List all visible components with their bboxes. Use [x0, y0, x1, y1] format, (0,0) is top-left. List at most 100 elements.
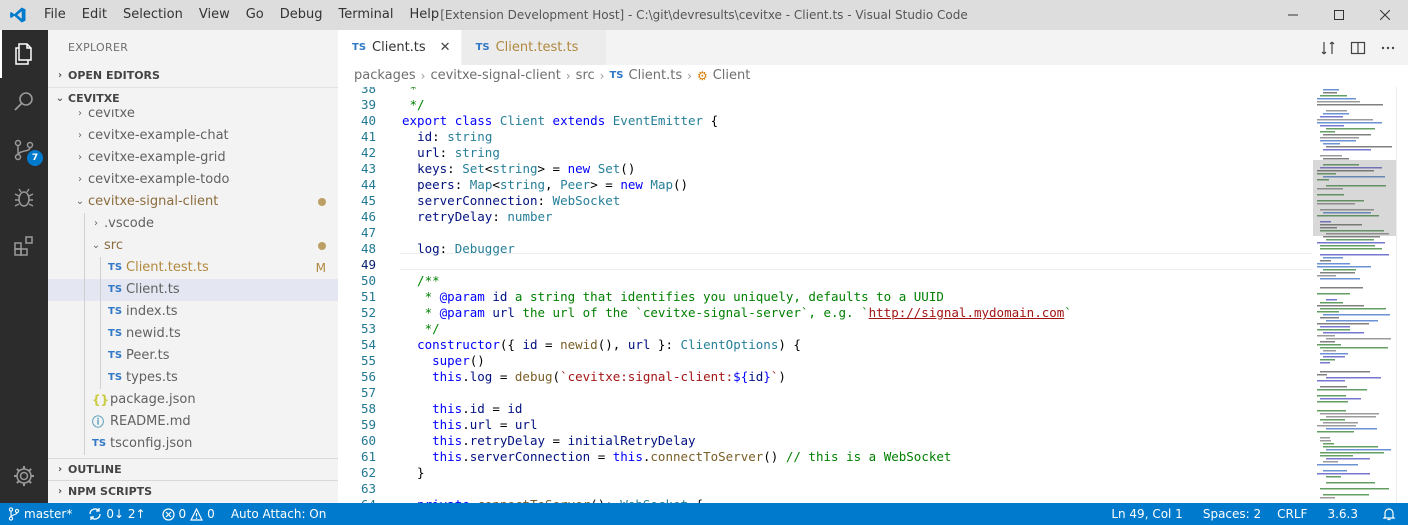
notifications-button[interactable] — [1370, 503, 1408, 525]
close-tab-icon[interactable]: ✕ — [440, 40, 451, 55]
sync-status[interactable]: 0↓ 2↑ — [80, 503, 153, 525]
minimap-line — [1323, 134, 1371, 136]
typescript-file-icon: TS — [475, 42, 490, 53]
code-editor[interactable]: 38 * 39 */ 40 export class Client extends… — [338, 87, 1313, 503]
tree-item[interactable]: TS tsconfig.json — [48, 433, 338, 455]
breadcrumb-symbol[interactable]: Client — [713, 65, 751, 87]
bell-icon — [1382, 508, 1396, 521]
minimap-line — [1323, 350, 1336, 352]
minimap-line — [1323, 113, 1349, 115]
tree-item[interactable]: › cevitxe-example-grid — [48, 147, 338, 169]
branch-status[interactable]: master* — [0, 503, 80, 525]
status-bar-right: Ln 49, Col 1 Spaces: 2 CRLF 3.6.3 — [1099, 503, 1408, 525]
minimap-line — [1317, 119, 1373, 121]
close-icon — [1380, 10, 1390, 20]
search-activity[interactable] — [0, 78, 48, 126]
minimap-line — [1326, 110, 1347, 112]
outline-header[interactable]: › OUTLINE — [48, 459, 338, 481]
menu-view[interactable]: View — [191, 0, 238, 30]
extensions-activity[interactable] — [0, 222, 48, 270]
open-changes-icon[interactable] — [1320, 40, 1336, 56]
minimap-line — [1317, 305, 1364, 307]
tab-client-ts[interactable]: TS Client.ts ✕ — [338, 30, 462, 65]
tree-item[interactable]: › cevitxe — [48, 109, 338, 125]
minimap-line — [1323, 149, 1371, 151]
indent-guide — [84, 301, 85, 323]
tree-item-label: Peer.ts — [126, 348, 170, 363]
minimap-line — [1320, 419, 1345, 421]
minimap-line — [1320, 347, 1388, 349]
typescript-version[interactable]: 3.6.3 — [1315, 503, 1370, 525]
workspace-header[interactable]: ⌄ CEVITXE — [48, 87, 338, 109]
npm-scripts-header[interactable]: › NPM SCRIPTS — [48, 481, 338, 503]
tree-item[interactable]: › .vscode — [48, 213, 338, 235]
maximize-button[interactable] — [1316, 0, 1362, 30]
close-window-button[interactable] — [1362, 0, 1408, 30]
minimap-line — [1317, 464, 1358, 466]
tab-client-test-ts[interactable]: TS Client.test.ts — [461, 30, 608, 65]
indent-guide — [84, 345, 85, 367]
explorer-activity[interactable] — [0, 30, 48, 78]
minimap-line — [1320, 440, 1331, 442]
breadcrumb-signal-client[interactable]: cevitxe-signal-client — [430, 65, 560, 87]
chevron-right-icon: › — [78, 130, 82, 141]
minimap[interactable] — [1313, 87, 1396, 503]
tree-item[interactable]: ⓘ README.md — [48, 411, 338, 433]
tree-item[interactable]: ⌄ cevitxe-signal-client — [48, 191, 338, 213]
source-control-activity[interactable]: 7 — [0, 126, 48, 174]
minimap-line — [1326, 146, 1392, 148]
tree-item[interactable]: TS newid.ts — [48, 323, 338, 345]
debug-activity[interactable] — [0, 174, 48, 222]
minimap-line — [1320, 125, 1344, 127]
tree-item[interactable]: TS Client.ts — [48, 279, 338, 301]
tree-item[interactable]: {} package.json — [48, 389, 338, 411]
menu-file[interactable]: File — [36, 0, 74, 30]
vertical-scrollbar[interactable] — [1396, 87, 1408, 503]
info-file-icon: ⓘ — [92, 415, 105, 429]
menu-terminal[interactable]: Terminal — [331, 0, 402, 30]
minimap-line — [1317, 425, 1356, 427]
menu-go[interactable]: Go — [238, 0, 272, 30]
minimap-line — [1320, 254, 1389, 256]
breadcrumb-file[interactable]: Client.ts — [629, 65, 683, 87]
tree-item[interactable]: TS index.ts — [48, 301, 338, 323]
cursor-position[interactable]: Ln 49, Col 1 — [1099, 503, 1195, 525]
tree-item-label: Client.test.ts — [126, 260, 209, 275]
minimap-line — [1320, 326, 1350, 328]
menu-debug[interactable]: Debug — [272, 0, 331, 30]
typescript-file-icon: TS — [108, 262, 123, 273]
tree-item[interactable]: TS Peer.ts — [48, 345, 338, 367]
chevron-right-icon: › — [599, 69, 605, 83]
minimap-line — [1317, 473, 1370, 475]
tree-item[interactable]: TS Client.test.ts M — [48, 257, 338, 279]
tree-item[interactable]: TS types.ts — [48, 367, 338, 389]
typescript-file-icon: TS — [352, 42, 367, 53]
warning-icon — [190, 507, 204, 521]
split-editor-icon[interactable] — [1350, 40, 1366, 56]
open-editors-header[interactable]: › OPEN EDITORS — [48, 65, 338, 87]
eol-status[interactable]: CRLF — [1269, 503, 1315, 525]
settings-activity[interactable] — [0, 452, 48, 500]
menu-help[interactable]: Help — [401, 0, 447, 30]
minimize-button[interactable] — [1270, 0, 1316, 30]
tree-item[interactable]: › cevitxe-example-chat — [48, 125, 338, 147]
tree-item[interactable]: ⌄ src — [48, 235, 338, 257]
typescript-file-icon: TS — [108, 372, 123, 383]
problems-status[interactable]: 0 0 — [154, 503, 223, 525]
menu-selection[interactable]: Selection — [115, 0, 191, 30]
tree-item-label: cevitxe-signal-client — [88, 194, 219, 209]
breadcrumb-packages[interactable]: packages — [354, 65, 416, 87]
menu-edit[interactable]: Edit — [74, 0, 115, 30]
menu-bar: File Edit Selection View Go Debug Termin… — [36, 0, 447, 30]
minimap-viewport[interactable] — [1313, 160, 1396, 236]
typescript-file-icon: TS — [108, 328, 123, 339]
editor-group: TS Client.ts ✕ TS Client.test.ts package… — [338, 30, 1408, 503]
minimap-line — [1320, 452, 1384, 454]
auto-attach-status[interactable]: Auto Attach: On — [223, 503, 335, 525]
indentation-status[interactable]: Spaces: 2 — [1195, 503, 1269, 525]
tree-item[interactable]: › cevitxe-example-todo — [48, 169, 338, 191]
breadcrumb-src[interactable]: src — [576, 65, 595, 87]
more-actions-icon[interactable] — [1380, 40, 1396, 56]
tree-item-label: types.ts — [126, 370, 178, 385]
minimap-line — [1323, 314, 1390, 316]
